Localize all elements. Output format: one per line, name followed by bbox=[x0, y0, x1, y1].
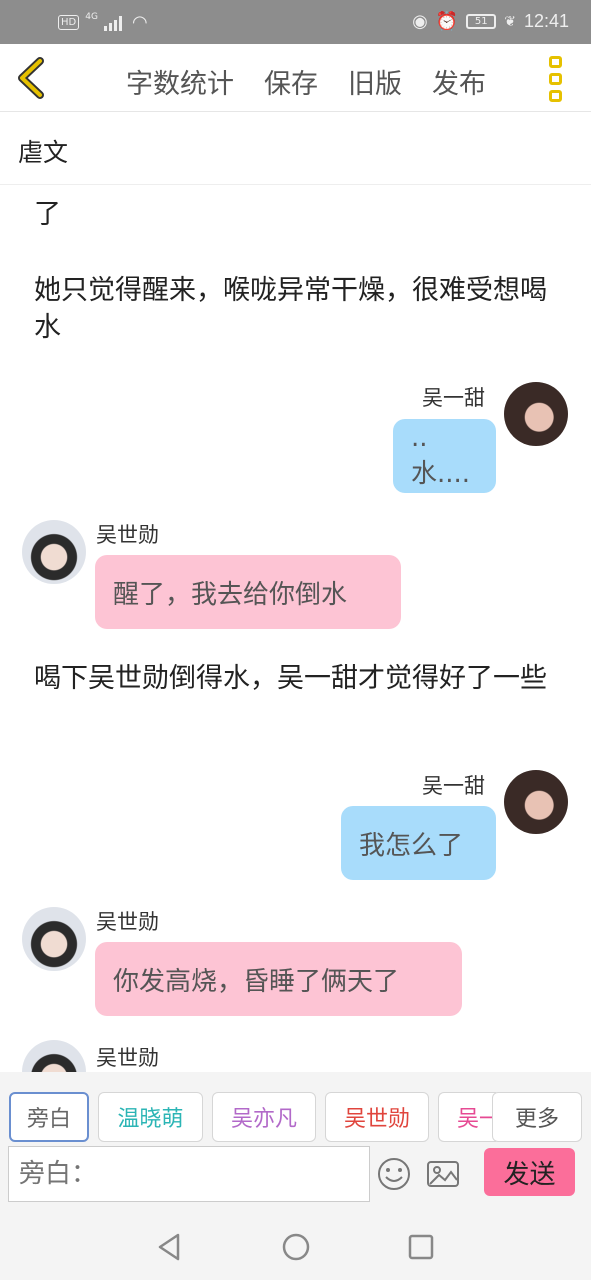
character-label: 旁白 bbox=[26, 1107, 71, 1132]
character-chip-narrator[interactable]: 旁白 bbox=[9, 1092, 89, 1142]
battery-level: 51 bbox=[474, 16, 488, 27]
signal-icon bbox=[103, 15, 122, 31]
nav-home-icon[interactable] bbox=[281, 1232, 311, 1262]
save-button[interactable]: 保存 bbox=[264, 62, 318, 101]
narration-text[interactable]: 了 bbox=[34, 196, 574, 233]
character-label: 吴世勋 bbox=[343, 1107, 410, 1132]
character-chip[interactable]: 吴亦凡 bbox=[212, 1092, 316, 1142]
character-chip[interactable]: 吴一 bbox=[438, 1092, 496, 1142]
network-type: 4G bbox=[85, 11, 98, 22]
top-toolbar: 字数统计 保存 旧版 发布 bbox=[0, 44, 591, 112]
image-icon[interactable] bbox=[425, 1156, 461, 1192]
avatar[interactable] bbox=[504, 770, 568, 834]
character-label: 吴亦凡 bbox=[230, 1107, 297, 1132]
nav-recents-icon[interactable] bbox=[407, 1233, 435, 1261]
chat-bubble[interactable]: 我怎么了 bbox=[341, 806, 496, 880]
publish-button[interactable]: 发布 bbox=[432, 62, 486, 101]
send-button[interactable]: 发送 bbox=[484, 1148, 575, 1196]
speaker-name: 吴世勋 bbox=[96, 1046, 159, 1070]
chat-bubble[interactable]: 你发高烧，昏睡了俩天了 bbox=[95, 942, 462, 1016]
character-chip[interactable]: 吴世勋 bbox=[325, 1092, 429, 1142]
speaker-name: 吴世勋 bbox=[96, 910, 159, 934]
chat-bubble[interactable]: 醒了，我去给你倒水 bbox=[95, 555, 401, 629]
leaf-icon: ❦ bbox=[504, 13, 516, 30]
eye-icon: ◉ bbox=[412, 11, 428, 32]
document-title[interactable]: 虐文 bbox=[0, 113, 591, 185]
avatar[interactable] bbox=[22, 907, 86, 971]
narration-text[interactable]: 喝下吴世勋倒得水，吴一甜才觉得好了一些 bbox=[34, 660, 564, 697]
nav-back-icon[interactable] bbox=[156, 1232, 182, 1262]
message-input[interactable] bbox=[8, 1146, 370, 1202]
battery-icon: 51 bbox=[466, 14, 497, 29]
character-bar: 旁白 温晓萌 吴亦凡 吴世勋 吴一 更多 bbox=[0, 1072, 591, 1144]
character-chip[interactable]: 温晓萌 bbox=[98, 1092, 203, 1142]
avatar[interactable] bbox=[504, 382, 568, 446]
emoji-icon[interactable] bbox=[376, 1156, 412, 1192]
system-nav-bar bbox=[0, 1214, 591, 1280]
word-count-button[interactable]: 字数统计 bbox=[126, 62, 234, 101]
more-menu-icon[interactable] bbox=[549, 56, 565, 102]
character-label: 吴一 bbox=[457, 1107, 496, 1132]
avatar[interactable] bbox=[22, 520, 86, 584]
narration-text[interactable]: 她只觉得醒来，喉咙异常干燥，很难受想喝水 bbox=[34, 272, 554, 346]
character-label: 温晓萌 bbox=[117, 1107, 184, 1132]
clock: 12:41 bbox=[523, 11, 569, 31]
speaker-name: 吴世勋 bbox=[96, 523, 159, 547]
hd-badge: HD bbox=[58, 15, 80, 30]
old-version-button[interactable]: 旧版 bbox=[348, 62, 402, 101]
speaker-name: 吴一甜 bbox=[422, 774, 485, 798]
more-characters-button[interactable]: 更多 bbox=[492, 1092, 582, 1142]
chat-bubble[interactable]: ..水.... bbox=[393, 419, 496, 493]
alarm-icon: ⏰ bbox=[435, 11, 459, 32]
avatar[interactable] bbox=[22, 1040, 86, 1072]
story-content: 了 她只觉得醒来，喉咙异常干燥，很难受想喝水 吴一甜 ..水.... 吴世勋 醒… bbox=[0, 186, 591, 1072]
input-row: 发送 bbox=[0, 1144, 591, 1214]
status-bar: HD 4G ◠ ◉ ⏰ 51 ❦ 12:41 bbox=[0, 0, 591, 44]
wifi-icon: ◠ bbox=[131, 12, 148, 33]
chevron-left-icon bbox=[18, 57, 44, 99]
speaker-name: 吴一甜 bbox=[422, 386, 485, 410]
toolbar-menu: 字数统计 保存 旧版 发布 bbox=[126, 62, 486, 101]
back-button[interactable] bbox=[14, 57, 50, 99]
